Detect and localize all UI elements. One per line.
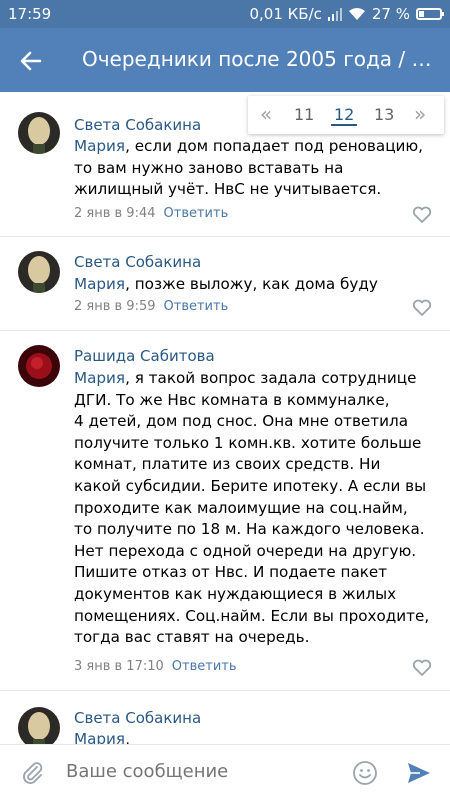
mention-link[interactable]: Мария — [74, 137, 125, 155]
mention-link[interactable]: Мария — [74, 275, 125, 293]
battery-percent: 27 % — [371, 5, 410, 23]
emoji-icon[interactable] — [352, 760, 378, 786]
mention-link[interactable]: Мария — [74, 369, 125, 387]
battery-icon — [416, 8, 444, 20]
comment-author[interactable]: Света Собакина — [74, 253, 201, 271]
comment-item: Света Собакина Мария, позже выложу, как … — [0, 237, 450, 331]
signal-icon — [327, 8, 342, 21]
status-bar: 17:59 0,01 КБ/с 27 % — [0, 0, 450, 28]
page-switcher: « 11 12 13 » — [248, 96, 444, 134]
status-time: 17:59 — [8, 5, 52, 23]
page-title: Очередники после 2005 года / Нвс — [82, 47, 437, 71]
message-composer — [0, 744, 450, 800]
comment-body: , если дом попадает под реновацию, то ва… — [74, 137, 424, 199]
comment-author[interactable]: Света Собакина — [74, 116, 201, 134]
comment-body: , — [125, 730, 130, 744]
heart-icon[interactable] — [412, 206, 432, 224]
heart-icon[interactable] — [412, 659, 432, 677]
comment-author[interactable]: Света Собакина — [74, 709, 201, 727]
comment-item: Рашида Сабитова Мария, я такой вопрос за… — [0, 331, 450, 691]
reply-button[interactable]: Ответить — [164, 299, 229, 314]
comment-date: 2 янв в 9:44 — [74, 206, 156, 221]
arrow-left-icon[interactable] — [16, 46, 46, 76]
comment-body: , позже выложу, как дома буду — [125, 275, 378, 293]
message-input[interactable] — [66, 761, 336, 782]
avatar[interactable] — [18, 345, 60, 387]
comment-text: Мария, позже выложу, как дома буду — [74, 274, 434, 296]
comment-text: Мария, я такой вопрос задала сотруднице … — [74, 368, 434, 649]
app-bar: Очередники после 2005 года / Нвс — [0, 28, 450, 92]
comment-body: , я такой вопрос задала сотруднице ДГИ. … — [74, 369, 430, 647]
pager-page[interactable]: 13 — [374, 105, 394, 124]
wifi-icon — [348, 8, 365, 20]
comment-date: 2 янв в 9:59 — [74, 299, 156, 314]
pager-page[interactable]: 11 — [294, 105, 314, 124]
status-indicators: 0,01 КБ/с 27 % — [249, 5, 444, 23]
network-speed: 0,01 КБ/с — [249, 5, 322, 23]
comment-meta: 2 янв в 9:44 Ответить — [74, 206, 228, 221]
avatar[interactable] — [18, 251, 60, 293]
comment-date: 3 янв в 17:10 — [74, 659, 164, 674]
pager-prev[interactable]: « — [260, 102, 272, 126]
reply-button[interactable]: Ответить — [172, 659, 237, 674]
comment-author[interactable]: Рашида Сабитова — [74, 347, 215, 365]
heart-icon[interactable] — [412, 299, 432, 317]
mention-link[interactable]: Мария — [74, 730, 125, 744]
comments-feed[interactable]: Света Собакина Мария, если дом попадает … — [0, 92, 450, 744]
comment-meta: 3 янв в 17:10 Ответить — [74, 659, 237, 674]
comment-item: Света Собакина Мария, — [0, 691, 450, 744]
comment-text: Мария, если дом попадает под реновацию, … — [74, 136, 434, 201]
pager-page-current[interactable]: 12 — [331, 105, 358, 126]
avatar[interactable] — [18, 112, 60, 154]
avatar[interactable] — [18, 707, 60, 744]
comment-meta: 2 янв в 9:59 Ответить — [74, 299, 228, 314]
paperclip-icon[interactable] — [20, 760, 46, 786]
comment-text: Мария, — [74, 729, 434, 744]
reply-button[interactable]: Ответить — [164, 206, 229, 221]
pager-next[interactable]: » — [414, 102, 426, 126]
send-icon[interactable] — [406, 760, 432, 786]
